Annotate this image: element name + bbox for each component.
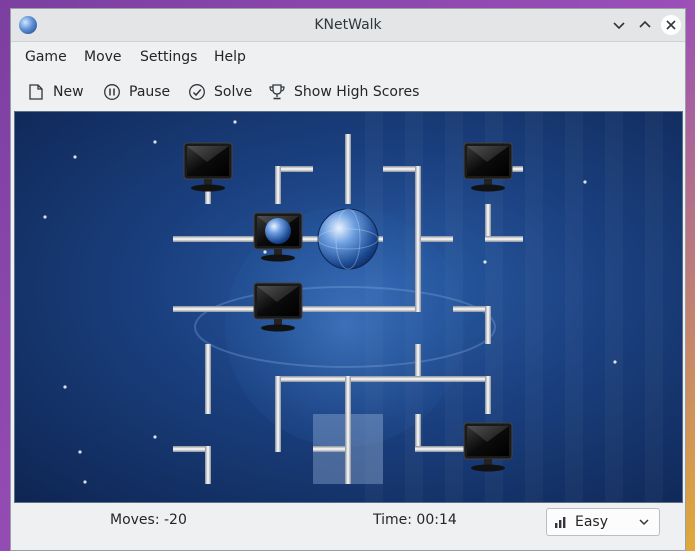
computer-icon bbox=[183, 142, 233, 192]
pipe-segment-down bbox=[345, 446, 351, 484]
pipe-segment-down bbox=[485, 306, 491, 344]
pipe-segment-down bbox=[345, 166, 351, 204]
background-star bbox=[233, 120, 237, 124]
menu-move[interactable]: Move bbox=[84, 42, 122, 72]
menu-settings[interactable]: Settings bbox=[140, 42, 197, 72]
trophy-icon bbox=[269, 84, 285, 100]
board-canvas bbox=[43, 112, 663, 502]
background-stripe bbox=[565, 112, 583, 502]
background-star bbox=[483, 260, 487, 264]
signal-bars-icon bbox=[555, 517, 566, 528]
game-board bbox=[14, 111, 683, 503]
pipe-segment-up bbox=[415, 274, 421, 312]
board-tile-pipe[interactable] bbox=[275, 414, 281, 452]
close-button[interactable] bbox=[661, 15, 681, 35]
background-star bbox=[78, 450, 82, 454]
knetwalk-window: KNetWalk Game Move Settings Help New Pau… bbox=[10, 8, 686, 551]
background-stripe bbox=[645, 112, 663, 502]
board-tile-pipe[interactable] bbox=[275, 166, 313, 204]
pipe-segment-right bbox=[205, 306, 243, 312]
solve-label: Solve bbox=[214, 84, 253, 100]
window-title: KNetWalk bbox=[314, 17, 382, 33]
board-tile-pipe[interactable] bbox=[485, 204, 523, 242]
moves-counter: Moves: -20 bbox=[110, 512, 187, 528]
difficulty-value: Easy bbox=[575, 514, 609, 530]
pipe-segment-down bbox=[275, 166, 281, 204]
chevron-down-icon bbox=[613, 22, 625, 30]
pipe-segment-right bbox=[205, 236, 243, 242]
pipe-segment-down bbox=[415, 236, 421, 274]
computer-icon bbox=[463, 422, 513, 472]
time-counter: Time: 00:14 bbox=[373, 512, 457, 528]
maximize-button[interactable] bbox=[635, 15, 655, 35]
background-star bbox=[83, 480, 87, 484]
pipe-segment-down bbox=[205, 376, 211, 414]
background-stripe bbox=[525, 112, 543, 502]
menu-bar: Game Move Settings Help bbox=[11, 42, 685, 72]
difficulty-select[interactable]: Easy bbox=[546, 508, 660, 536]
new-document-icon bbox=[29, 84, 43, 100]
background-stripe bbox=[605, 112, 623, 502]
new-button[interactable]: New bbox=[27, 74, 84, 110]
pipe-segment-down bbox=[415, 166, 421, 204]
pipe-segment-down bbox=[205, 446, 211, 484]
server-globe-icon bbox=[317, 208, 379, 270]
solve-button[interactable]: Solve bbox=[188, 74, 252, 110]
board-tile-pipe[interactable] bbox=[345, 134, 351, 204]
pipe-segment-right bbox=[415, 376, 453, 382]
board-tile-pipe[interactable] bbox=[173, 446, 211, 484]
show-high-scores-label: Show High Scores bbox=[294, 84, 420, 100]
background-star bbox=[613, 360, 617, 364]
title-bar[interactable]: KNetWalk bbox=[11, 9, 685, 42]
background-star bbox=[43, 215, 47, 219]
close-icon bbox=[666, 20, 676, 30]
board-tile-pipe[interactable] bbox=[205, 344, 211, 414]
pipe-segment-down bbox=[485, 376, 491, 414]
pipe-segment-up bbox=[275, 414, 281, 452]
toolbar: New Pause Solve Show High Scores bbox=[11, 74, 685, 110]
pipe-segment-down bbox=[275, 376, 281, 414]
background-star bbox=[63, 385, 67, 389]
background-star bbox=[153, 140, 157, 144]
background-star bbox=[153, 435, 157, 439]
monitor-globe-icon bbox=[265, 218, 291, 244]
pause-icon bbox=[104, 84, 120, 100]
minimize-button[interactable] bbox=[609, 15, 629, 35]
board-tile-pipe[interactable] bbox=[383, 166, 421, 204]
menu-game[interactable]: Game bbox=[25, 42, 67, 72]
new-label: New bbox=[53, 84, 84, 100]
menu-help[interactable]: Help bbox=[214, 42, 246, 72]
status-bar: Moves: -20 Time: 00:14 Easy bbox=[11, 505, 685, 550]
background-star bbox=[263, 250, 267, 254]
board-tile-pipe[interactable] bbox=[173, 306, 243, 312]
background-star bbox=[583, 180, 587, 184]
tile-grid bbox=[173, 134, 523, 484]
chevron-up-icon bbox=[639, 20, 651, 28]
board-tile-computer[interactable] bbox=[183, 142, 233, 204]
chevron-down-icon bbox=[639, 519, 649, 526]
pipe-segment-right bbox=[345, 306, 383, 312]
pipe-segment-down bbox=[345, 376, 351, 414]
pipe-segment-right bbox=[485, 236, 523, 242]
checkmark-icon bbox=[189, 84, 205, 100]
background-star bbox=[73, 155, 77, 159]
board-tile-pipe[interactable] bbox=[173, 236, 243, 242]
board-tile-pipe[interactable] bbox=[313, 306, 383, 312]
pipe-segment-right bbox=[415, 446, 453, 452]
show-high-scores-button[interactable]: Show High Scores bbox=[268, 74, 419, 110]
computer-icon bbox=[463, 142, 513, 192]
pause-button[interactable]: Pause bbox=[103, 74, 170, 110]
pause-label: Pause bbox=[129, 84, 171, 100]
